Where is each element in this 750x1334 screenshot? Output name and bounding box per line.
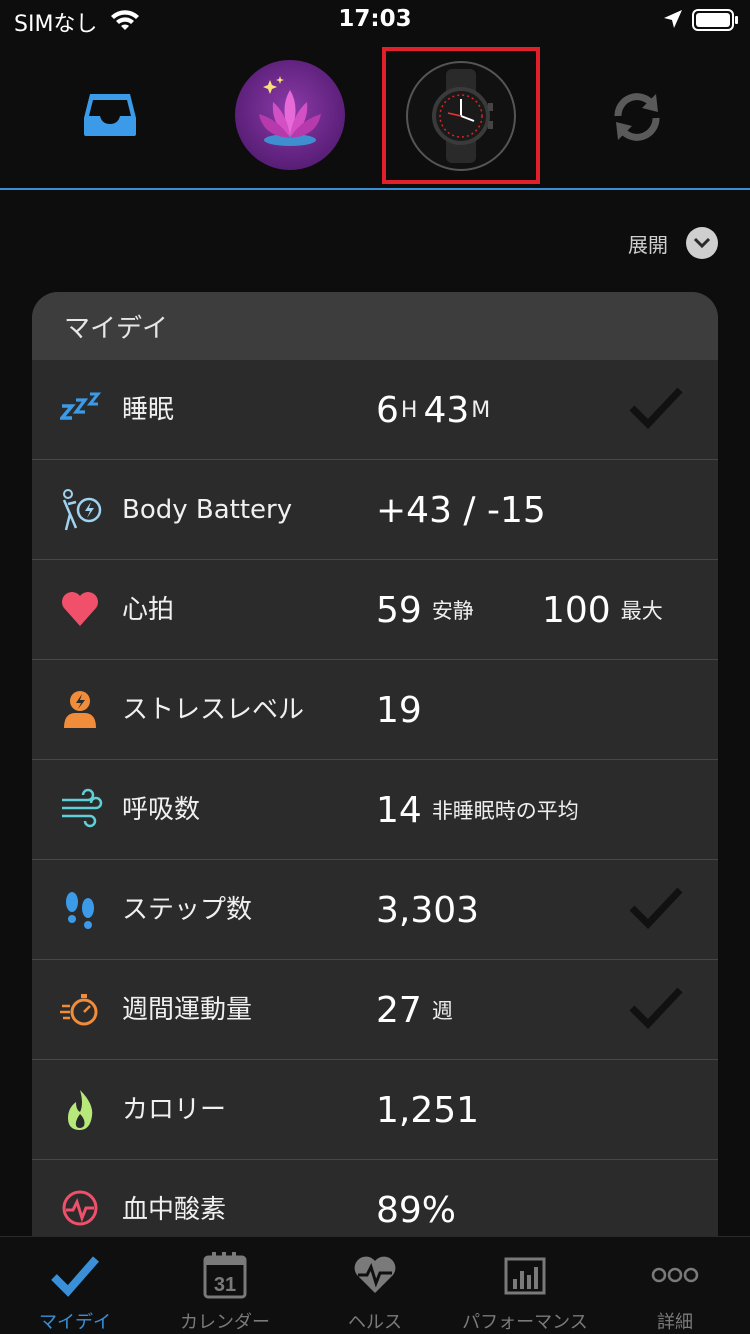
row-label: 週間運動量 [122, 995, 253, 1025]
checkmark-icon [629, 887, 683, 930]
row-respiration[interactable]: 呼吸数 14 非睡眠時の平均 [32, 760, 718, 860]
nav-label: パフォーマンス [462, 1312, 588, 1333]
checkmark-icon [629, 987, 683, 1030]
nav-label: カレンダー [180, 1312, 270, 1333]
bottom-nav: マイデイ 31 カレンダー ヘルス パフォーマンス 詳細 [0, 1236, 750, 1334]
row-label: ステップ数 [122, 895, 253, 925]
hours-unit: H [400, 397, 418, 423]
performance-chart-icon [504, 1257, 546, 1295]
max-hr-value: 100 [542, 589, 611, 631]
row-label: 呼吸数 [122, 795, 201, 825]
heart-pulse-icon [354, 1256, 396, 1293]
stress-icon [64, 691, 96, 728]
row-heart-rate[interactable]: 心拍 59 安静 100 最大 [32, 560, 718, 660]
status-bar: SIMなし 17:03 [0, 0, 750, 40]
row-calories[interactable]: カロリー 1,251 [32, 1060, 718, 1160]
row-sleep[interactable]: 睡眠 6 H 43 M [32, 360, 718, 460]
sleep-hours: 6 [376, 389, 399, 431]
inbox-icon[interactable] [80, 90, 140, 140]
heart-icon [62, 592, 98, 626]
max-hr-note: 最大 [620, 599, 663, 623]
stress-value: 19 [376, 689, 422, 731]
respiration-icon [62, 788, 103, 828]
nav-calendar[interactable]: 31 カレンダー [150, 1237, 300, 1334]
intensity-icon [60, 994, 98, 1026]
respiration-value: 14 [376, 789, 422, 831]
nav-label: マイデイ [39, 1312, 111, 1333]
body-battery-icon [62, 489, 102, 531]
row-value: 14 非睡眠時の平均 [376, 760, 579, 860]
row-label: カロリー [122, 1095, 227, 1125]
card-title: マイデイ [64, 313, 169, 344]
minutes-unit: M [471, 397, 491, 423]
intensity-note: 週 [431, 999, 453, 1023]
calories-value: 1,251 [376, 1089, 480, 1131]
respiration-note: 非睡眠時の平均 [431, 799, 579, 823]
calories-icon [68, 1090, 93, 1130]
row-value: 27 週 [376, 960, 453, 1060]
nav-label: 詳細 [657, 1312, 693, 1333]
chevron-down-icon [686, 227, 718, 259]
row-label: ストレスレベル [122, 695, 305, 725]
resting-hr-note: 安静 [431, 599, 474, 623]
resting-hr-value: 59 [376, 589, 422, 631]
intensity-value: 27 [376, 989, 422, 1031]
steps-value: 3,303 [376, 889, 480, 931]
row-label: Body Battery [122, 495, 293, 525]
selected-device-highlight [382, 47, 540, 184]
battery-icon [692, 9, 738, 31]
nav-health[interactable]: ヘルス [300, 1237, 450, 1334]
expand-label: 展開 [628, 232, 668, 257]
device-toolbar [0, 40, 750, 190]
row-value: 1,251 [376, 1060, 479, 1160]
row-intensity-minutes[interactable]: 週間運動量 27 週 [32, 960, 718, 1060]
row-stress[interactable]: ストレスレベル 19 [32, 660, 718, 760]
nav-performance[interactable]: パフォーマンス [450, 1237, 600, 1334]
watch-icon[interactable] [406, 61, 516, 171]
row-value: 19 [376, 660, 422, 760]
location-arrow-icon [664, 10, 682, 28]
pulse-ox-value: 89% [376, 1189, 457, 1231]
nav-label: ヘルス [348, 1312, 402, 1333]
calendar-day-number: 31 [214, 1274, 236, 1296]
row-value-secondary: 100 最大 [542, 560, 663, 660]
row-label: 睡眠 [122, 395, 175, 425]
more-dots-icon [651, 1267, 699, 1283]
body-battery-value: +43 / -15 [376, 489, 546, 531]
expand-toggle[interactable]: 展開 [628, 226, 718, 260]
row-label: 心拍 [122, 595, 175, 625]
calendar-icon: 31 [203, 1252, 247, 1299]
sleep-icon [60, 392, 102, 420]
checkmark-icon [629, 387, 683, 430]
nav-more[interactable]: 詳細 [600, 1237, 750, 1334]
row-value: 59 安静 [376, 560, 474, 660]
sleep-minutes: 43 [423, 389, 470, 431]
lotus-icon[interactable] [235, 60, 345, 170]
status-time: 17:03 [338, 6, 412, 32]
my-day-card: マイデイ 睡眠 6 H 43 M Body Battery +43 / -15 [32, 292, 718, 1252]
row-body-battery[interactable]: Body Battery +43 / -15 [32, 460, 718, 560]
nav-my-day[interactable]: マイデイ [0, 1237, 150, 1334]
card-header: マイデイ [32, 292, 718, 360]
row-steps[interactable]: ステップ数 3,303 [32, 860, 718, 960]
row-value: 6 H 43 M [376, 360, 496, 460]
sync-icon[interactable] [608, 88, 666, 146]
pulse-ox-icon [62, 1190, 98, 1226]
checkmark-icon [51, 1256, 100, 1297]
row-value: 3,303 [376, 860, 479, 960]
steps-icon [66, 892, 94, 929]
row-value: +43 / -15 [376, 460, 546, 560]
